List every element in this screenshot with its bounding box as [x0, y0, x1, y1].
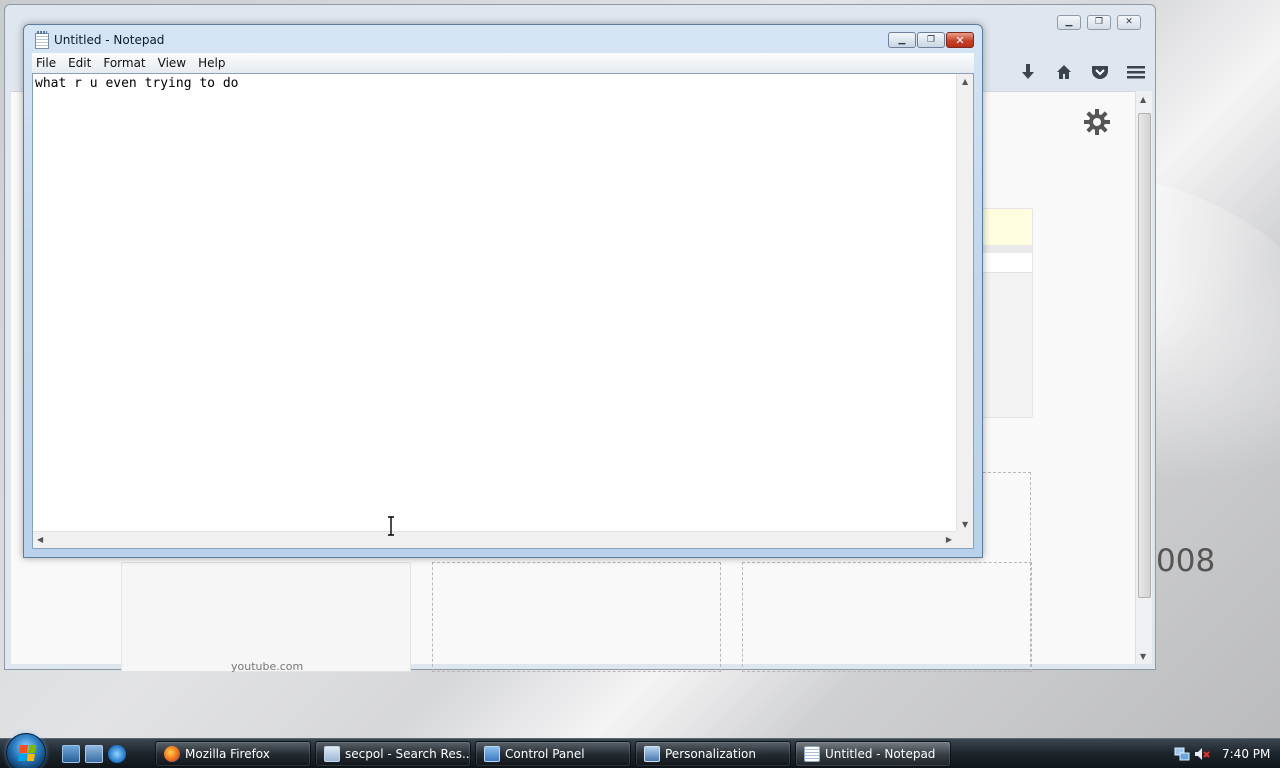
text-cursor-icon: [388, 516, 394, 536]
resize-grip[interactable]: [956, 531, 973, 548]
menu-bar: File Edit Format View Help: [32, 53, 974, 73]
notepad-caption-buttons: ▁ ❐ ✕: [888, 32, 974, 48]
taskbar: Mozilla Firefox secpol - Search Res... C…: [0, 733, 1280, 768]
scroll-up-arrow[interactable]: ▲: [1140, 95, 1146, 104]
taskbar-button-secpol-search[interactable]: secpol - Search Res...: [315, 741, 471, 767]
maximize-button[interactable]: ❐: [917, 32, 945, 48]
control-panel-icon: [484, 746, 500, 762]
newtab-tile-youtube[interactable]: [121, 562, 411, 672]
taskbar-button-notepad[interactable]: Untitled - Notepad: [795, 741, 951, 767]
newtab-tile-partial[interactable]: [981, 208, 1033, 418]
internet-explorer-icon[interactable]: [108, 745, 126, 763]
firefox-caption-buttons: ▁ ❐ ✕: [1057, 15, 1141, 30]
notepad-icon: [804, 746, 820, 762]
search-results-icon: [324, 746, 340, 762]
menu-edit[interactable]: Edit: [62, 53, 97, 73]
personalization-icon: [644, 746, 660, 762]
taskbar-button-control-panel[interactable]: Control Panel: [475, 741, 631, 767]
vertical-scrollbar[interactable]: ▲ ▼: [956, 74, 973, 532]
download-icon[interactable]: [1017, 61, 1039, 83]
close-button[interactable]: ✕: [946, 32, 974, 48]
window-title: Untitled - Notepad: [54, 33, 165, 47]
start-button[interactable]: [6, 733, 46, 768]
scroll-down-arrow[interactable]: ▼: [962, 520, 968, 529]
scroll-up-arrow[interactable]: ▲: [962, 77, 968, 86]
windows-logo-icon: [17, 745, 37, 761]
clock[interactable]: 7:40 PM: [1222, 747, 1270, 761]
menu-file[interactable]: File: [32, 53, 62, 73]
network-icon[interactable]: [1174, 746, 1190, 762]
notification-area: 7:40 PM: [1170, 739, 1280, 768]
task-label: secpol - Search Res...: [345, 747, 471, 761]
menu-icon[interactable]: [1125, 61, 1147, 83]
tile-caption: youtube.com: [231, 660, 304, 673]
scroll-down-arrow[interactable]: ▼: [1140, 652, 1146, 661]
task-label: Personalization: [665, 747, 756, 761]
text-editor-area[interactable]: what r u even trying to do ▲ ▼ ◀ ▶: [32, 73, 974, 549]
taskbar-button-firefox[interactable]: Mozilla Firefox: [155, 741, 311, 767]
horizontal-scrollbar[interactable]: ◀ ▶: [33, 531, 956, 548]
notepad-window[interactable]: Untitled - Notepad ▁ ❐ ✕ File Edit Forma…: [23, 24, 983, 558]
taskbar-button-personalization[interactable]: Personalization: [635, 741, 791, 767]
notepad-icon: [35, 31, 49, 49]
editor-content[interactable]: what r u even trying to do: [35, 76, 239, 91]
firefox-restore-button[interactable]: ❐: [1087, 15, 1111, 30]
minimize-button[interactable]: ▁: [888, 32, 916, 48]
volume-muted-icon[interactable]: [1194, 746, 1210, 762]
home-icon[interactable]: [1053, 61, 1075, 83]
notepad-titlebar[interactable]: Untitled - Notepad ▁ ❐ ✕: [24, 25, 982, 55]
scroll-thumb[interactable]: [1138, 113, 1151, 598]
scroll-left-arrow[interactable]: ◀: [37, 535, 43, 544]
pocket-icon[interactable]: [1089, 61, 1111, 83]
firefox-scrollbar[interactable]: ▲ ▼: [1135, 91, 1152, 664]
task-label: Control Panel: [505, 747, 585, 761]
scroll-right-arrow[interactable]: ▶: [946, 535, 952, 544]
task-label: Mozilla Firefox: [185, 747, 270, 761]
menu-view[interactable]: View: [152, 53, 192, 73]
firefox-close-button[interactable]: ✕: [1117, 15, 1141, 30]
newtab-empty-slot: [432, 562, 721, 672]
quick-launch: [62, 745, 126, 763]
task-label: Untitled - Notepad: [825, 747, 936, 761]
gear-icon[interactable]: [1083, 108, 1111, 136]
menu-help[interactable]: Help: [192, 53, 231, 73]
firefox-toolbar: [1017, 61, 1147, 83]
menu-format[interactable]: Format: [97, 53, 151, 73]
firefox-icon: [164, 746, 180, 762]
switch-windows-icon[interactable]: [85, 745, 103, 763]
desktop-partial-text: 008: [1156, 543, 1216, 579]
show-desktop-icon[interactable]: [62, 745, 80, 763]
firefox-minimize-button[interactable]: ▁: [1057, 15, 1081, 30]
newtab-empty-slot: [742, 562, 1032, 672]
